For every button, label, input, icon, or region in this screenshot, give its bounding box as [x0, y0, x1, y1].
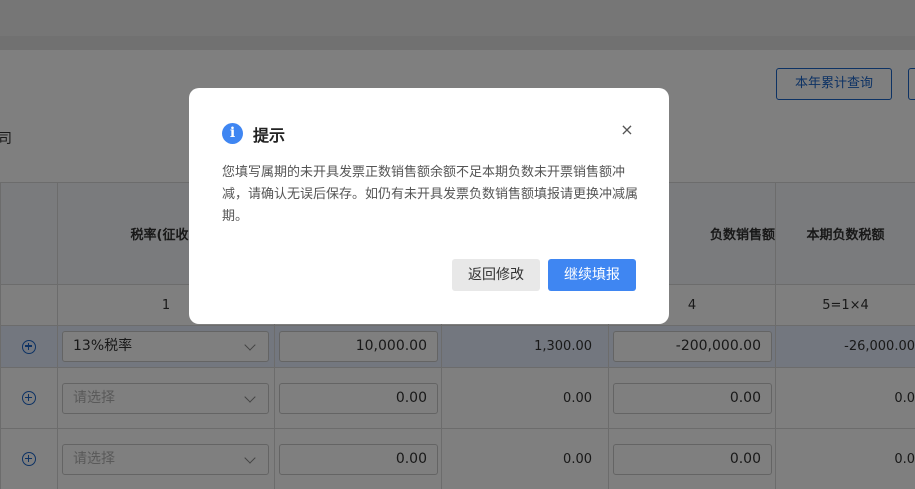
dialog-title: 提示 [253, 126, 286, 145]
confirm-dialog: i 提示 × 您填写属期的未开具发票正数销售额余额不足本期负数未开票销售额冲减，… [189, 88, 669, 324]
info-icon: i [222, 123, 243, 144]
back-to-edit-button[interactable]: 返回修改 [452, 259, 540, 291]
close-icon[interactable]: × [619, 122, 635, 138]
continue-filling-button[interactable]: 继续填报 [548, 259, 636, 291]
dialog-message: 您填写属期的未开具发票正数销售额余额不足本期负数未开票销售额冲减，请确认无误后保… [222, 165, 639, 224]
